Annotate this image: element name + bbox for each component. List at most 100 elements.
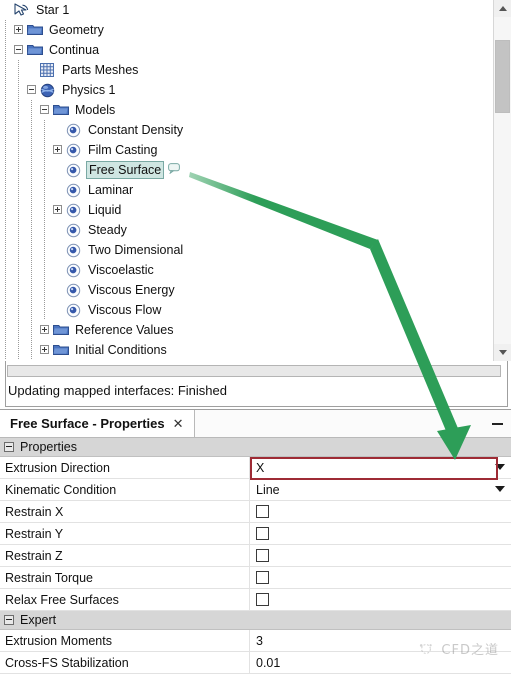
property-label: Kinematic Condition bbox=[0, 478, 250, 501]
tree-twisty-spacer bbox=[52, 120, 65, 140]
property-group-properties[interactable]: Properties bbox=[0, 438, 511, 457]
collapse-icon[interactable] bbox=[4, 442, 14, 452]
tree-node-laminar[interactable]: Laminar bbox=[0, 180, 494, 200]
tree-guide-line bbox=[26, 300, 39, 320]
tree-node-constant-density[interactable]: Constant Density bbox=[0, 120, 494, 140]
tree-guide-line bbox=[0, 240, 13, 260]
collapse-icon[interactable] bbox=[13, 40, 26, 60]
collapse-icon[interactable] bbox=[26, 80, 39, 100]
tree-vertical-scrollbar[interactable] bbox=[493, 0, 511, 361]
checkbox-restrain-torque[interactable] bbox=[256, 570, 269, 584]
model-node-icon bbox=[65, 240, 83, 260]
properties-tab-title: Free Surface - Properties bbox=[10, 416, 165, 431]
property-value: 0.01 bbox=[256, 655, 281, 670]
tree-twisty-spacer bbox=[52, 300, 65, 320]
tree-guide-line bbox=[13, 60, 26, 80]
tree-node-film-casting[interactable]: Film Casting bbox=[0, 140, 494, 160]
tree-guide-line bbox=[39, 220, 52, 240]
model-node-icon bbox=[65, 300, 83, 320]
property-row: Restrain Y bbox=[0, 522, 511, 545]
tree-node-parts-meshes[interactable]: Parts Meshes bbox=[0, 60, 494, 80]
tree-node-label: Reference Values bbox=[75, 323, 174, 337]
tree-node-reference-values[interactable]: Reference Values bbox=[0, 320, 494, 340]
tab-free-surface-properties[interactable]: Free Surface - Properties ✕ bbox=[0, 410, 195, 437]
tree-guide-line bbox=[13, 80, 26, 100]
checkbox-restrain-z[interactable] bbox=[256, 548, 269, 562]
model-node-icon bbox=[65, 180, 83, 200]
tree-node-continua[interactable]: Continua bbox=[0, 40, 494, 60]
tree-node-liquid[interactable]: Liquid bbox=[0, 200, 494, 220]
tree-guide-line bbox=[39, 160, 52, 180]
property-value-cell[interactable]: X bbox=[250, 457, 511, 479]
expand-icon[interactable] bbox=[13, 20, 26, 40]
tree-node-viscoelastic[interactable]: Viscoelastic bbox=[0, 260, 494, 280]
tree-node-label: Physics 1 bbox=[62, 83, 116, 97]
tree-scroll-area[interactable]: Star 1 Geometry Continua Parts Meshes Physic… bbox=[0, 0, 494, 361]
scrollbar-thumb[interactable] bbox=[495, 40, 510, 113]
star-ccm-window: Star 1 Geometry Continua Parts Meshes Physic… bbox=[0, 0, 511, 674]
tree-node-geometry[interactable]: Geometry bbox=[0, 20, 494, 40]
tree-node-steady[interactable]: Steady bbox=[0, 220, 494, 240]
checkbox-restrain-y[interactable] bbox=[256, 526, 269, 540]
collapse-icon[interactable] bbox=[39, 100, 52, 120]
folder-icon bbox=[52, 100, 70, 120]
property-value-cell[interactable] bbox=[250, 567, 511, 589]
tree-guide-line bbox=[13, 180, 26, 200]
tree-node-viscous-energy[interactable]: Viscous Energy bbox=[0, 280, 494, 300]
tree-twisty-spacer bbox=[26, 60, 39, 80]
tree-guide-line bbox=[39, 140, 52, 160]
chevron-down-icon[interactable] bbox=[495, 485, 505, 492]
tree-guide-line bbox=[39, 260, 52, 280]
model-node-icon bbox=[65, 220, 83, 240]
status-message: Updating mapped interfaces: Finished bbox=[8, 383, 227, 398]
grid-mesh-icon bbox=[39, 60, 57, 80]
property-group-expert[interactable]: Expert bbox=[0, 611, 511, 630]
tree-twisty-spacer bbox=[52, 260, 65, 280]
tree-node-physics-1[interactable]: Physics 1 bbox=[0, 80, 494, 100]
property-label: Restrain Y bbox=[0, 522, 250, 545]
property-value-cell[interactable] bbox=[250, 545, 511, 567]
tree-guide-line bbox=[26, 320, 39, 340]
property-label: Restrain Torque bbox=[0, 566, 250, 589]
expand-icon[interactable] bbox=[39, 340, 52, 360]
tree-guide-line bbox=[26, 120, 39, 140]
tree-node-viscous-flow[interactable]: Viscous Flow bbox=[0, 300, 494, 320]
tree-guide-line bbox=[13, 280, 26, 300]
tree-node-two-dimensional[interactable]: Two Dimensional bbox=[0, 240, 494, 260]
expand-icon[interactable] bbox=[52, 200, 65, 220]
star-cursor-icon bbox=[13, 0, 31, 20]
collapse-icon[interactable] bbox=[4, 615, 14, 625]
property-row: Relax Free Surfaces bbox=[0, 588, 511, 611]
property-value-cell[interactable] bbox=[250, 523, 511, 545]
expand-icon[interactable] bbox=[52, 140, 65, 160]
tree-node-star-1[interactable]: Star 1 bbox=[0, 0, 494, 20]
chevron-down-icon[interactable] bbox=[495, 463, 505, 470]
tree-guide-line bbox=[26, 140, 39, 160]
tree-guide-line bbox=[0, 220, 13, 240]
expand-icon[interactable] bbox=[39, 320, 52, 340]
tree-twisty-spacer bbox=[52, 180, 65, 200]
watermark: CFD之道 bbox=[417, 639, 499, 658]
tree-guide-line bbox=[0, 300, 13, 320]
tree-guide-line bbox=[26, 280, 39, 300]
property-value-cell[interactable] bbox=[250, 501, 511, 523]
tree-node-free-surface[interactable]: Free Surface bbox=[0, 160, 494, 180]
property-value-cell[interactable] bbox=[250, 589, 511, 611]
minimize-panel-button[interactable] bbox=[492, 410, 503, 437]
folder-icon bbox=[26, 40, 44, 60]
tree-twisty-spacer bbox=[52, 240, 65, 260]
scroll-down-button[interactable] bbox=[494, 344, 511, 361]
property-value-cell[interactable]: Line bbox=[250, 479, 511, 501]
scroll-up-button[interactable] bbox=[494, 0, 511, 17]
tree-node-models[interactable]: Models bbox=[0, 100, 494, 120]
tree-node-initial-conditions[interactable]: Initial Conditions bbox=[0, 340, 494, 360]
model-node-icon bbox=[65, 280, 83, 300]
close-icon[interactable]: ✕ bbox=[173, 416, 184, 432]
tree-guide-line bbox=[26, 100, 39, 120]
property-group-label: Expert bbox=[20, 613, 57, 627]
tree-guide-line bbox=[0, 280, 13, 300]
property-row: Extrusion Direction X bbox=[0, 456, 511, 480]
checkbox-relax-free-surfaces[interactable] bbox=[256, 592, 269, 606]
checkbox-restrain-x[interactable] bbox=[256, 504, 269, 518]
minimize-icon bbox=[492, 422, 503, 425]
